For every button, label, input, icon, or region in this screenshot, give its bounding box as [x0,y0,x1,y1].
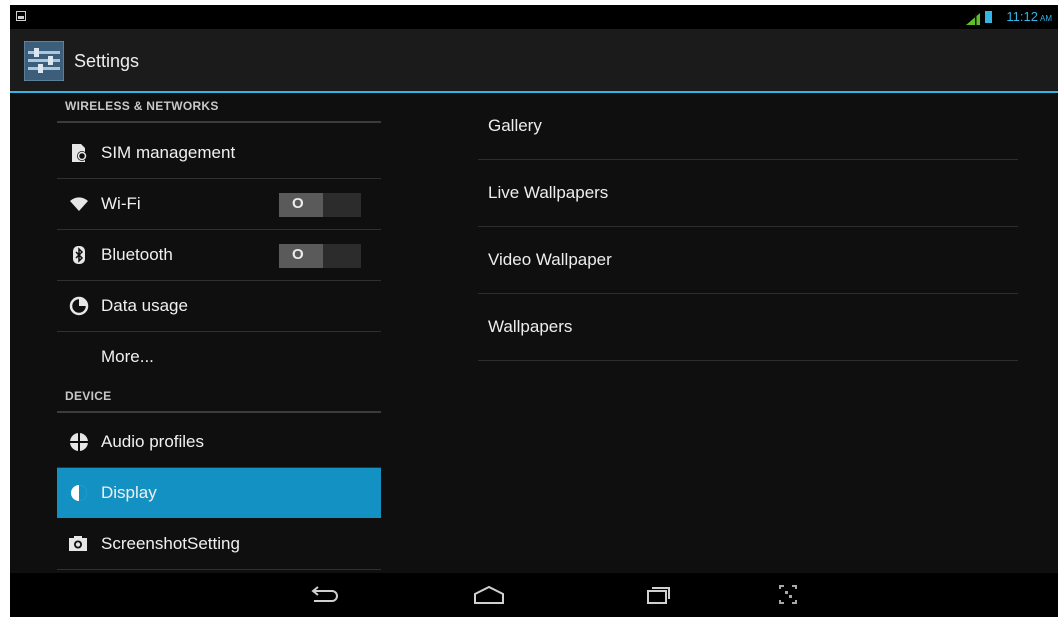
wifi-icon [70,197,88,211]
settings-item-label: More... [101,347,154,366]
bluetooth-toggle[interactable]: O [279,244,361,268]
settings-item-audio-profiles[interactable]: Audio profiles [57,417,381,467]
section-divider [57,411,381,413]
settings-item-label: Audio profiles [101,432,205,451]
navigation-bar [10,573,1058,617]
toggle-knob: O [279,193,323,217]
settings-item-display[interactable]: Display [57,468,381,518]
wifi-toggle[interactable]: O [279,193,361,217]
back-icon[interactable] [302,579,346,611]
page-title: Settings [74,51,140,71]
display-icon [71,485,87,501]
wallpaper-source-label: Video Wallpaper [488,250,612,269]
wallpaper-source-list: Gallery Live Wallpapers Video Wallpaper … [478,93,1018,383]
settings-item-screenshot-setting[interactable]: ScreenshotSetting [57,519,381,569]
row-divider [478,360,1018,361]
status-bar: 11:12 AM [10,5,1058,29]
settings-app-icon[interactable] [24,41,64,81]
settings-item-label: Bluetooth [101,245,173,264]
settings-list: WIRELESS & NETWORKS SIM management Wi-Fi… [57,93,381,577]
settings-item-sim-management[interactable]: SIM management [57,128,381,178]
data-usage-icon [69,296,89,316]
clock: 11:12 AM [1006,9,1052,24]
settings-item-more[interactable]: More... [57,332,381,382]
section-divider [57,121,381,123]
settings-item-label: ScreenshotSetting [101,534,240,553]
sim-card-icon [72,144,87,162]
wallpaper-source-label: Gallery [488,116,542,135]
wallpaper-source-label: Live Wallpapers [488,183,609,202]
settings-item-label: Data usage [101,296,188,315]
battery-icon [985,11,992,23]
camera-icon [69,536,87,551]
settings-item-data-usage[interactable]: Data usage [57,281,381,331]
home-icon[interactable] [467,579,511,611]
wallpaper-source-gallery[interactable]: Gallery [478,93,1018,160]
settings-item-label: SIM management [101,143,236,162]
wallpaper-source-wallpapers[interactable]: Wallpapers [478,294,1018,361]
settings-item-label: Wi-Fi [101,194,141,213]
signal-icon [966,13,980,25]
settings-item-wifi[interactable]: Wi-Fi O [57,179,381,229]
wallpaper-source-live-wallpapers[interactable]: Live Wallpapers [478,160,1018,227]
tablet-screen: 11:12 AM Settings WIRELESS & NETWORKS SIM… [10,5,1058,617]
bluetooth-icon [73,246,85,264]
row-divider [57,569,381,570]
wallpaper-source-video-wallpaper[interactable]: Video Wallpaper [478,227,1018,294]
audio-profiles-icon [70,433,88,451]
recent-apps-icon[interactable] [636,579,680,611]
toggle-knob: O [279,244,323,268]
settings-item-bluetooth[interactable]: Bluetooth O [57,230,381,280]
screenshot-icon[interactable] [766,579,810,611]
screenshot-notification-icon [16,11,26,21]
section-header-wireless: WIRELESS & NETWORKS [65,99,219,113]
settings-item-label: Display [101,483,157,502]
action-bar: Settings [10,29,1058,93]
section-header-device: DEVICE [65,389,112,403]
wallpaper-source-label: Wallpapers [488,317,573,336]
